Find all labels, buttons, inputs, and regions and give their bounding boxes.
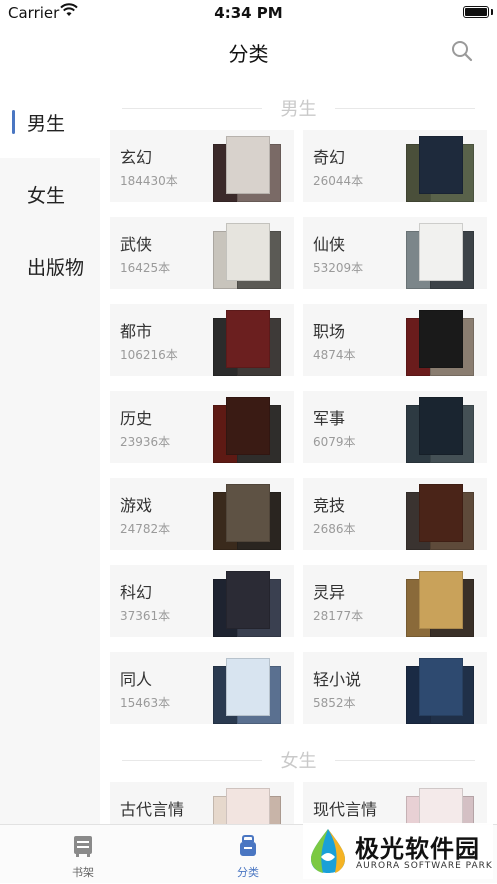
category-count: 15463本 [120, 696, 171, 710]
category-name: 玄幻 [120, 148, 153, 167]
book-cover [419, 571, 463, 629]
category-card[interactable]: 游戏 24782本 [110, 478, 294, 550]
category-card[interactable]: 仙侠 53209本 [303, 217, 487, 289]
status-bar: Carrier 4:34 PM [0, 0, 497, 26]
aurora-logo-icon [311, 829, 345, 873]
status-time: 4:34 PM [214, 4, 283, 22]
category-count: 26044本 [313, 174, 364, 188]
category-icon [240, 835, 256, 856]
section-title: 男生 [270, 95, 327, 121]
category-card[interactable]: 玄幻 184430本 [110, 130, 294, 202]
watermark: 极光软件园 AURORA SOFTWARE PARK [303, 823, 493, 879]
page-title: 分类 [228, 42, 269, 66]
category-card[interactable]: 奇幻 26044本 [303, 130, 487, 202]
category-name: 游戏 [120, 496, 153, 515]
category-name: 轻小说 [313, 670, 362, 689]
category-count: 28177本 [313, 609, 364, 623]
divider [122, 108, 262, 109]
sidebar-item-label: 男生 [27, 112, 66, 135]
book-cover [226, 484, 270, 542]
sidebar-item-label: 女生 [27, 184, 66, 207]
divider [122, 760, 262, 761]
category-name: 仙侠 [313, 235, 346, 254]
category-grid-female: 古代言情 现代言情 [100, 782, 497, 824]
section-header-female: 女生 [100, 738, 497, 782]
book-cover [226, 223, 270, 281]
category-card[interactable]: 现代言情 [303, 782, 487, 824]
bookshelf-icon [74, 836, 92, 857]
sidebar-item-male[interactable]: 男生 [0, 86, 100, 158]
book-cover [419, 397, 463, 455]
category-card[interactable]: 科幻 37361本 [110, 565, 294, 637]
battery-icon [463, 6, 489, 18]
category-name: 同人 [120, 670, 153, 689]
category-card[interactable]: 都市 106216本 [110, 304, 294, 376]
category-count: 23936本 [120, 435, 171, 449]
category-card[interactable]: 武侠 16425本 [110, 217, 294, 289]
category-name: 军事 [313, 409, 346, 428]
category-card[interactable]: 职场 4874本 [303, 304, 487, 376]
sidebar-item-label: 出版物 [27, 256, 85, 279]
category-name: 历史 [120, 409, 153, 428]
category-name: 奇幻 [313, 148, 346, 167]
tab-category[interactable]: 分类 [208, 825, 288, 884]
tab-label: 分类 [237, 866, 259, 879]
category-name: 武侠 [120, 235, 153, 254]
divider [335, 108, 475, 109]
tab-bookshelf[interactable]: 书架 [43, 825, 123, 884]
watermark-subtitle: AURORA SOFTWARE PARK [356, 861, 493, 871]
category-card[interactable]: 古代言情 [110, 782, 294, 824]
book-cover [419, 788, 463, 824]
category-content[interactable]: 男生 玄幻 184430本 奇幻 26044本武侠 16425本 仙侠 53209本都市 10… [100, 86, 497, 824]
category-sidebar: 男生 女生 出版物 [0, 86, 100, 824]
category-count: 53209本 [313, 261, 364, 275]
category-name: 科幻 [120, 583, 153, 602]
category-card[interactable]: 历史 23936本 [110, 391, 294, 463]
category-card[interactable]: 灵异 28177本 [303, 565, 487, 637]
sidebar-item-publications[interactable]: 出版物 [0, 230, 100, 302]
category-count: 37361本 [120, 609, 171, 623]
section-header-male: 男生 [100, 86, 497, 130]
category-grid-male: 玄幻 184430本 奇幻 26044本武侠 16425本 仙侠 53209本都市 10621… [100, 130, 497, 724]
book-cover [419, 484, 463, 542]
category-count: 24782本 [120, 522, 171, 536]
book-cover [226, 136, 270, 194]
book-cover [419, 136, 463, 194]
category-name: 古代言情 [120, 800, 185, 819]
book-cover [419, 658, 463, 716]
category-name: 职场 [313, 322, 346, 341]
tab-label: 书架 [72, 866, 94, 879]
book-cover [419, 310, 463, 368]
category-name: 现代言情 [313, 800, 378, 819]
category-count: 2686本 [313, 522, 356, 536]
category-card[interactable]: 同人 15463本 [110, 652, 294, 724]
category-name: 都市 [120, 322, 153, 341]
sidebar-item-female[interactable]: 女生 [0, 158, 100, 230]
section-title: 女生 [270, 747, 327, 773]
category-count: 4874本 [313, 348, 356, 362]
book-cover [226, 788, 270, 824]
category-count: 6079本 [313, 435, 356, 449]
category-count: 16425本 [120, 261, 171, 275]
watermark-name: 极光软件园 [355, 835, 480, 863]
category-count: 5852本 [313, 696, 356, 710]
book-cover [226, 571, 270, 629]
nav-bar: 分类 [0, 26, 497, 86]
search-icon[interactable] [451, 40, 473, 62]
book-cover [419, 223, 463, 281]
book-cover [226, 310, 270, 368]
divider [335, 760, 475, 761]
category-card[interactable]: 军事 6079本 [303, 391, 487, 463]
book-cover [226, 397, 270, 455]
category-name: 竞技 [313, 496, 346, 515]
category-count: 106216本 [120, 348, 178, 362]
category-card[interactable]: 竞技 2686本 [303, 478, 487, 550]
category-card[interactable]: 轻小说 5852本 [303, 652, 487, 724]
book-cover [226, 658, 270, 716]
category-name: 灵异 [313, 583, 346, 602]
battery-tip [491, 9, 493, 15]
category-count: 184430本 [120, 174, 178, 188]
